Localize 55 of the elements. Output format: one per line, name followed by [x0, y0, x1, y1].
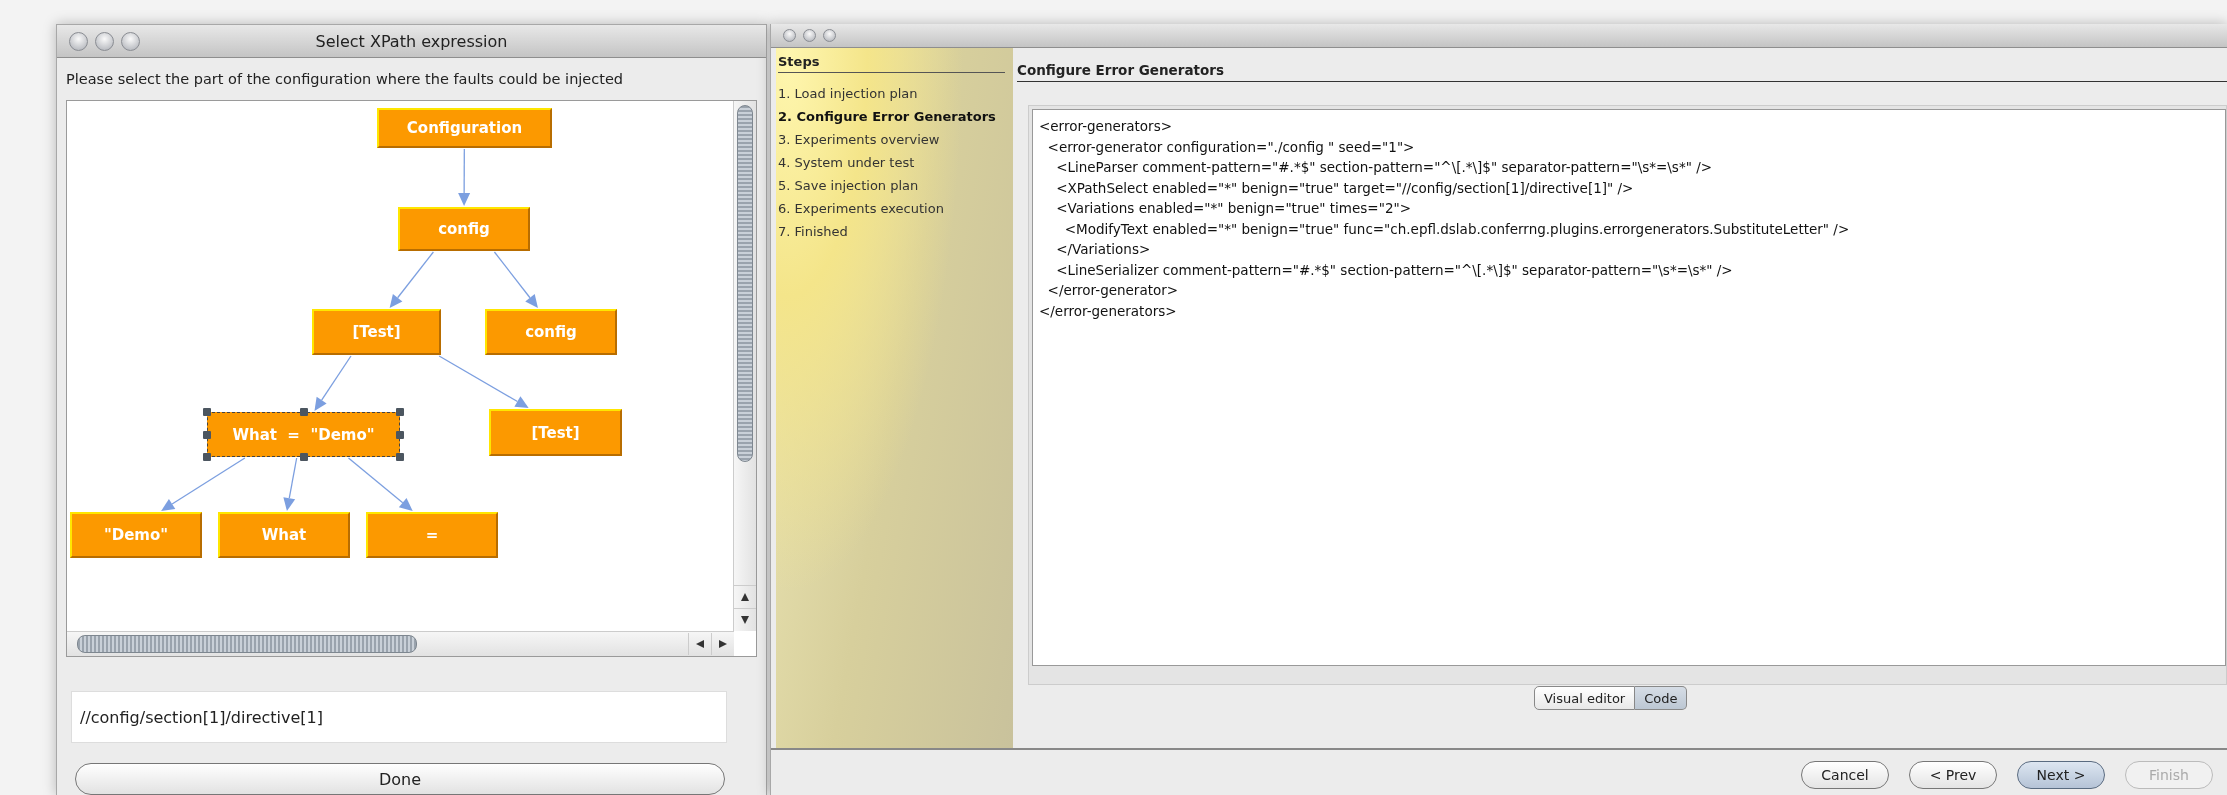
selection-handle[interactable] [396, 408, 404, 416]
horizontal-scrollbar[interactable] [67, 631, 734, 656]
code-line: <XPathSelect enabled="*" benign="true" target="//config/section[1]/directive[1]" /> [1055, 178, 1635, 198]
code-line: </Variations> [1055, 240, 1152, 259]
left-arrow-icon[interactable] [696, 640, 704, 648]
done-button[interactable]: Done [75, 763, 725, 795]
code-line: <Variations enabled="*" benign="true" times="2"> [1055, 199, 1412, 218]
selection-handle[interactable] [299, 408, 308, 416]
code-line: <LineSerializer comment-pattern="#.*$" section-pattern="^\[.*\]$" separator-pattern="\s*=\s*" /> [1055, 260, 1734, 280]
window-control-button[interactable] [783, 29, 796, 42]
connector-arrow [389, 251, 435, 308]
instruction-text: Please select the part of the configuration where the faults could be injected [65, 70, 625, 89]
wizard-button[interactable]: Cancel [1801, 761, 1889, 789]
selection-handle[interactable] [396, 430, 404, 439]
right-arrow-icon[interactable] [719, 640, 727, 648]
step-item[interactable]: 1. Load injection plan [778, 82, 1013, 105]
xpath-input-field[interactable]: //config/section[1]/directive[1] [71, 691, 727, 743]
code-line: <LineParser comment-pattern="#.*$" section-pattern="^\[.*\]$" separator-pattern="\s*=\s*" /> [1055, 158, 1713, 177]
selection-handle[interactable] [203, 430, 211, 439]
window-control-button[interactable] [121, 31, 140, 51]
selection-handle[interactable] [203, 408, 211, 416]
window-title: Select XPath expression [315, 31, 508, 51]
connector-arrow [493, 251, 538, 308]
window-control-button[interactable] [803, 29, 816, 42]
step-item[interactable]: 4. System under test [778, 151, 1013, 174]
window-control-button[interactable] [69, 31, 88, 51]
up-arrow-icon[interactable] [741, 593, 749, 601]
selection-handle[interactable] [299, 453, 308, 461]
code-line: <ModifyText enabled="*" benign="true" func="ch.epfl.dslab.conferrng.plugins.errorgenerators.SubstituteLetter" /> [1063, 219, 1851, 239]
code-line: <error-generators> [1039, 117, 1173, 136]
step-item[interactable]: 6. Experiments execution [778, 197, 1013, 220]
connector-arrow [458, 148, 471, 206]
window-control-button[interactable] [95, 31, 114, 51]
code-line: </error-generator> [1046, 281, 1180, 300]
wizard-button[interactable]: Next > [2017, 761, 2105, 789]
selection-handle[interactable] [203, 453, 211, 461]
connector-arrow [314, 355, 352, 411]
down-arrow-icon[interactable] [741, 616, 749, 624]
code-line: </error-generators> [1039, 301, 1178, 321]
connector-arrow [347, 457, 413, 511]
code-line: <error-generator configuration="./config " seed="1"> [1046, 137, 1416, 157]
wizard-button[interactable]: < Prev [1909, 761, 1997, 789]
step-item[interactable]: 5. Save injection plan [778, 174, 1013, 197]
vertical-scrollbar[interactable] [733, 101, 756, 631]
selection-handle[interactable] [396, 453, 404, 461]
step-item[interactable]: 2. Configure Error Generators [778, 105, 1013, 128]
steps-heading: Steps [778, 54, 1005, 73]
page-heading: Configure Error Generators [1017, 62, 2227, 82]
code-editor[interactable] [1032, 109, 2226, 666]
step-item[interactable]: 7. Finished [778, 220, 1013, 243]
view-toggle-tab[interactable]: Code [1635, 686, 1688, 710]
window-control-button[interactable] [823, 29, 836, 42]
step-item[interactable]: 3. Experiments overview [778, 128, 1013, 151]
connector-arrow [283, 457, 298, 511]
view-toggle-tab[interactable]: Visual editor [1534, 686, 1636, 710]
